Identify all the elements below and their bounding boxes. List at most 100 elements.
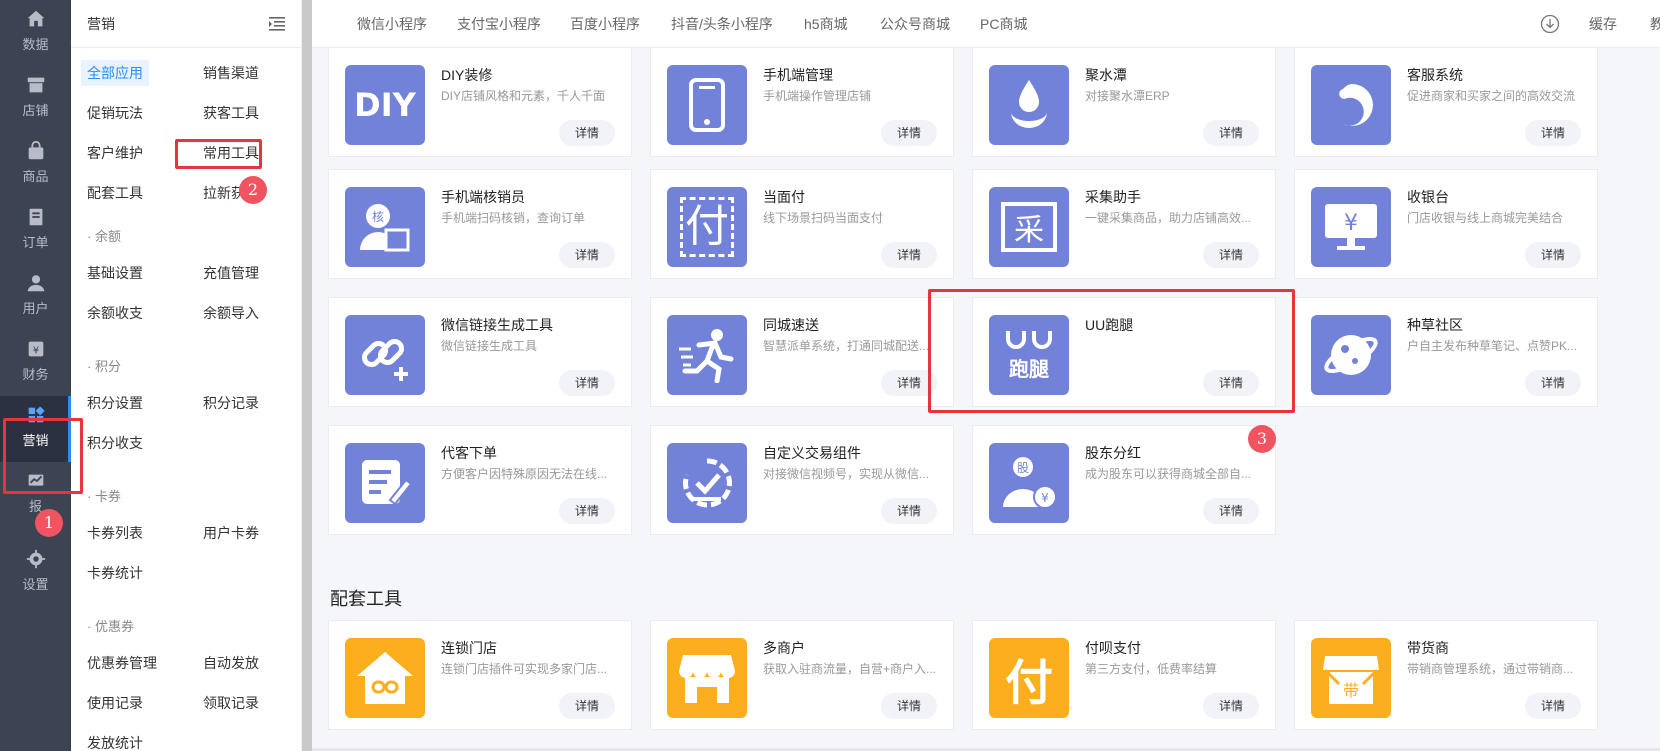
app-desc: 带销商管理系统，通过带销商...: [1407, 662, 1574, 676]
app-card-trade-component[interactable]: 自定义交易组件 对接微信视频号，实现从微信... 详情: [650, 425, 954, 535]
app-card-multi-merchant[interactable]: 多商户 获取入驻商流量，自营+商户入... 详情: [650, 620, 954, 730]
app-desc: 对接微信视频号，实现从微信...: [763, 467, 930, 481]
app-desc: 户自主发布种草笔记、点赞PK...: [1407, 339, 1578, 353]
menu-user-card[interactable]: 用户卡券: [203, 520, 259, 546]
rail-item-finance[interactable]: ¥ 财务: [0, 330, 71, 396]
app-card-customer-service[interactable]: 客服系统 促进商家和买家之间的高效交流 详情: [1294, 47, 1598, 157]
menu-acquire[interactable]: 获客工具: [203, 100, 259, 126]
menu-sales-channel[interactable]: 销售渠道: [203, 60, 259, 86]
tab-wechat-mini[interactable]: 微信小程序: [357, 14, 427, 34]
rail-item-settings[interactable]: 设置: [0, 540, 71, 606]
rail-label: 财务: [22, 367, 49, 382]
menu-auto-issue[interactable]: 自动发放: [203, 650, 259, 676]
menu-retention[interactable]: 客户维护: [87, 140, 143, 166]
app-card-proxy-order[interactable]: 代客下单 方便客户因特殊原因无法在线... 详情: [328, 425, 632, 535]
app-name: 股东分红: [1085, 445, 1141, 461]
detail-button[interactable]: 详情: [559, 242, 615, 268]
rail-label: 订单: [22, 235, 49, 250]
menu-card-stats[interactable]: 卡券统计: [87, 560, 143, 586]
app-card-face-pay[interactable]: 付 当面付 线下场景扫码当面支付 详情: [650, 169, 954, 279]
detail-button[interactable]: 详情: [559, 120, 615, 146]
menu-points-in-out[interactable]: 积分收支: [87, 430, 143, 456]
app-card-jushuitan[interactable]: 聚水潭 对接聚水潭ERP 详情: [972, 47, 1276, 157]
detail-button[interactable]: 详情: [1203, 498, 1259, 524]
menu-recharge[interactable]: 充值管理: [203, 260, 259, 286]
menu-card-list[interactable]: 卡券列表: [87, 520, 143, 546]
detail-button[interactable]: 详情: [1525, 242, 1581, 268]
rail-item-users[interactable]: 用户: [0, 264, 71, 330]
detail-button[interactable]: 详情: [559, 693, 615, 719]
tab-h5-mall[interactable]: h5商城: [804, 14, 848, 34]
tutorial-link[interactable]: 教: [1650, 14, 1660, 34]
detail-button[interactable]: 详情: [559, 370, 615, 396]
svg-text:¥: ¥: [1344, 211, 1358, 236]
app-desc: 门店收银与线上商城完美结合: [1407, 211, 1564, 225]
download-icon[interactable]: [1540, 14, 1560, 34]
tab-pc-mall[interactable]: PC商城: [980, 14, 1027, 34]
detail-button[interactable]: 详情: [881, 693, 937, 719]
app-name: 种草社区: [1407, 317, 1463, 333]
detail-button[interactable]: 详情: [881, 242, 937, 268]
menu-promo[interactable]: 促销玩法: [87, 100, 143, 126]
app-desc: 获取入驻商流量，自营+商户入...: [763, 662, 937, 676]
menu-issue-stats[interactable]: 发放统计: [87, 730, 143, 751]
detail-button[interactable]: 详情: [1525, 120, 1581, 146]
app-card-shareholder[interactable]: 股 ¥ 股东分红 成为股东可以获得商城全部自... 详情: [972, 425, 1276, 535]
menu-points-record[interactable]: 积分记录: [203, 390, 259, 416]
tab-official-account-mall[interactable]: 公众号商城: [880, 14, 950, 34]
menu-all-apps[interactable]: 全部应用: [81, 60, 149, 86]
app-card-seeding-community[interactable]: 种草社区 户自主发布种草笔记、点赞PK... 详情: [1294, 297, 1598, 407]
app-card-wechat-link[interactable]: 微信链接生成工具 微信链接生成工具 详情: [328, 297, 632, 407]
detail-button[interactable]: 详情: [1203, 120, 1259, 146]
rail-item-goods[interactable]: 商品: [0, 132, 71, 198]
tab-douyin-mini[interactable]: 抖音/头条小程序: [671, 14, 773, 34]
section-title-supporting: 配套工具: [330, 589, 402, 609]
detail-button[interactable]: 详情: [1203, 693, 1259, 719]
cache-button[interactable]: 缓存: [1589, 14, 1617, 34]
collapse-menu-icon[interactable]: [268, 15, 286, 33]
svg-text:核: 核: [372, 210, 384, 224]
rail-item-store[interactable]: 店铺: [0, 66, 71, 132]
app-name: 微信链接生成工具: [441, 317, 553, 333]
tab-baidu-mini[interactable]: 百度小程序: [570, 14, 640, 34]
detail-button[interactable]: 详情: [881, 498, 937, 524]
pay-icon: 付: [667, 187, 747, 267]
app-card-collect[interactable]: 采 采集助手 一键采集商品，助力店铺高效... 详情: [972, 169, 1276, 279]
app-card-same-city[interactable]: 同城速送 智慧派单系统，打通同城配送... 详情: [650, 297, 954, 407]
rail-item-data[interactable]: 数据: [0, 0, 71, 66]
app-card-verifier[interactable]: 核 手机端核销员 手机端扫码核销，查询订单 详情: [328, 169, 632, 279]
app-card-cashier[interactable]: ¥ 收银台 门店收银与线上商城完美结合 详情: [1294, 169, 1598, 279]
menu-balance-in-out[interactable]: 余额收支: [87, 300, 143, 326]
detail-button[interactable]: 详情: [1525, 693, 1581, 719]
menu-coupon-mgmt[interactable]: 优惠券管理: [87, 650, 157, 676]
detail-button[interactable]: 详情: [1203, 242, 1259, 268]
planet-icon: [1311, 315, 1391, 395]
app-card-phone-mgmt[interactable]: 手机端管理 手机端操作管理店铺 详情: [650, 47, 954, 157]
cashier-icon: ¥: [1311, 187, 1391, 267]
menu-points-settings[interactable]: 积分设置: [87, 390, 143, 416]
app-card-chain-store[interactable]: 连锁门店 连锁门店插件可实现多家门店... 详情: [328, 620, 632, 730]
highlight-marketing: [3, 418, 83, 494]
tab-alipay-mini[interactable]: 支付宝小程序: [457, 14, 541, 34]
detail-button[interactable]: 详情: [1525, 370, 1581, 396]
menu-balance-import[interactable]: 余额导入: [203, 300, 259, 326]
detail-button[interactable]: 详情: [881, 120, 937, 146]
app-card-seller[interactable]: 带 带货商 带销商管理系统，通过带销商... 详情: [1294, 620, 1598, 730]
rail-item-orders[interactable]: 订单: [0, 198, 71, 264]
menu-basic-settings[interactable]: 基础设置: [87, 260, 143, 286]
platform-tabs-bar: 微信小程序 支付宝小程序 百度小程序 抖音/头条小程序 h5商城 公众号商城 P…: [312, 0, 1660, 48]
submenu-scrollbar[interactable]: [302, 0, 312, 751]
app-card-fubei-pay[interactable]: 付 付呗支付 第三方支付，低费率结算 详情: [972, 620, 1276, 730]
app-name: 带货商: [1407, 640, 1449, 656]
highlight-common-tools: [175, 139, 262, 169]
runner-icon: [667, 315, 747, 395]
rail-label: 商品: [22, 169, 49, 184]
app-desc: 手机端扫码核销，查询订单: [441, 211, 586, 225]
app-card-diy[interactable]: DIY DIY装修 DIY店铺风格和元素，千人千面 详情: [328, 47, 632, 157]
menu-usage-record[interactable]: 使用记录: [87, 690, 143, 716]
menu-claim-record[interactable]: 领取记录: [203, 690, 259, 716]
menu-supporting[interactable]: 配套工具: [87, 180, 143, 206]
app-name: DIY装修: [441, 67, 493, 83]
detail-button[interactable]: 详情: [559, 498, 615, 524]
seller-icon: 带: [1311, 638, 1391, 718]
